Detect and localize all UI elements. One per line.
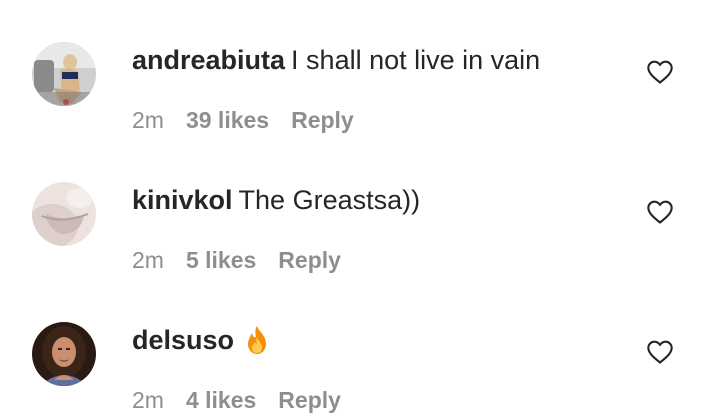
user-avatar-photo-icon [32,322,96,386]
comment-username[interactable]: andreabiuta [132,45,285,75]
comment-meta: 2m 4 likes Reply [132,384,363,416]
comment-likes[interactable]: 39 likes [186,107,269,133]
comment-item: delsuso 2m 4 likes Reply [0,280,720,420]
comment-item: kinivkol The Greastsa)) 2m 5 likes Reply [0,140,720,280]
comment-text: I shall not live in vain [291,45,541,75]
like-heart-icon[interactable] [646,338,674,366]
comment-likes[interactable]: 5 likes [186,247,256,273]
user-avatar-photo-icon [32,42,96,106]
reply-button[interactable]: Reply [291,107,354,133]
comment-likes[interactable]: 4 likes [186,387,256,413]
comment-line: andreabiuta I shall not live in vain [132,42,540,78]
like-heart-icon[interactable] [646,58,674,86]
comment-meta: 2m 5 likes Reply [132,244,363,276]
comment-time: 2m [132,107,164,133]
comment-time: 2m [132,247,164,273]
reply-button[interactable]: Reply [278,387,341,413]
comment-line: kinivkol The Greastsa)) [132,182,420,218]
like-heart-icon[interactable] [646,198,674,226]
reply-button[interactable]: Reply [278,247,341,273]
avatar[interactable] [32,182,96,246]
comment-username[interactable]: delsuso [132,325,234,355]
comment-line: delsuso [132,322,270,364]
user-avatar-photo-icon [32,182,96,246]
comment-username[interactable]: kinivkol [132,185,233,215]
fire-icon [244,325,270,364]
comment-text: The Greastsa)) [238,185,421,215]
avatar[interactable] [32,322,96,386]
comment-meta: 2m 39 likes Reply [132,104,376,136]
comment-item: andreabiuta I shall not live in vain 2m 39… [0,0,720,140]
comment-time: 2m [132,387,164,413]
avatar[interactable] [32,42,96,106]
